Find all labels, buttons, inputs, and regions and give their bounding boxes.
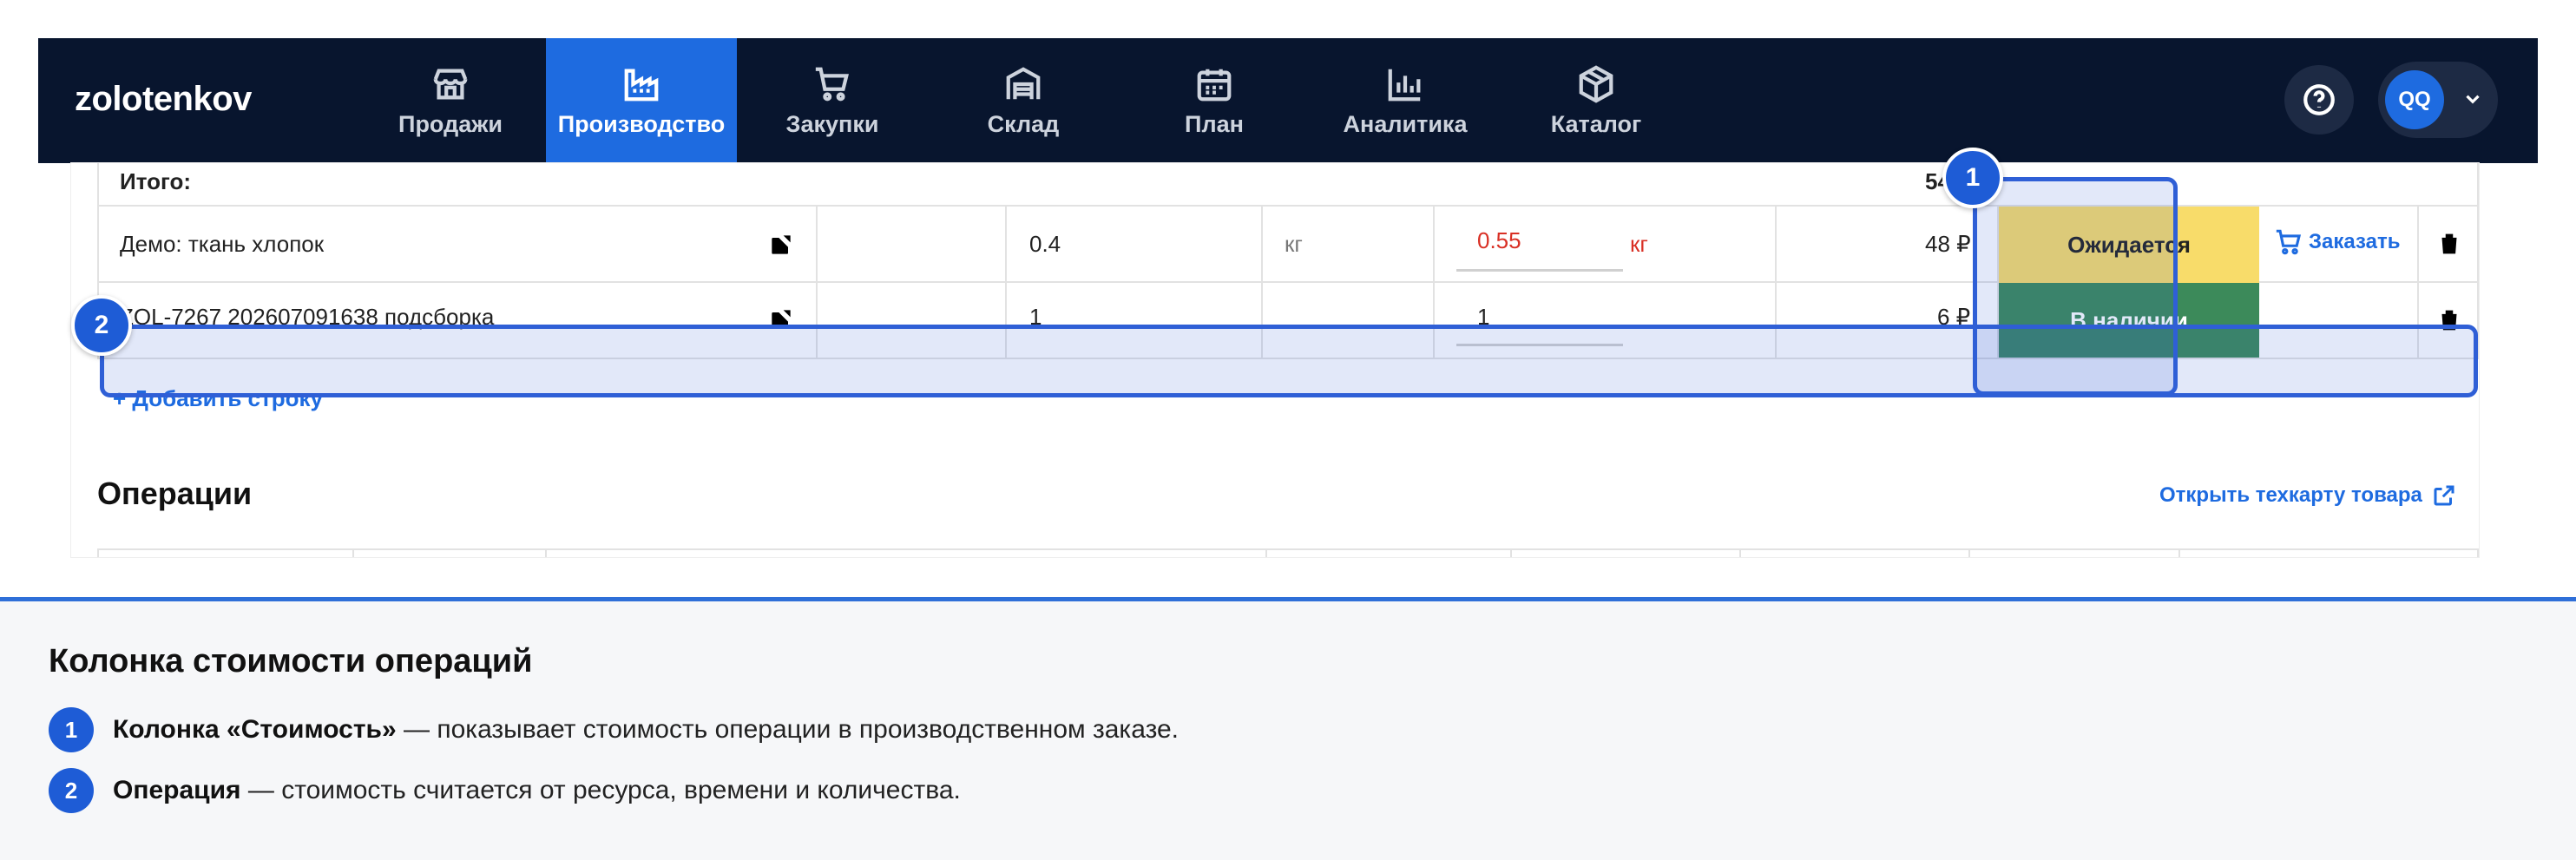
chevron-down-icon — [2466, 95, 2480, 104]
operations-title: Операции — [97, 476, 253, 511]
callout-badge-2: 2 — [71, 295, 132, 356]
nav-item-sales[interactable]: Продажи — [355, 38, 546, 163]
callout-badge-1: 1 — [1942, 148, 2003, 208]
table-divider — [1968, 548, 1970, 557]
table-divider — [1265, 548, 1267, 557]
nav-item-warehouse[interactable]: Склад — [928, 38, 1119, 163]
help-button[interactable] — [2284, 65, 2354, 135]
nav-label: Закупки — [785, 110, 879, 137]
legend-title: Колонка стоимости операций — [49, 643, 533, 679]
table-divider — [1510, 548, 1512, 557]
highlight-cost-column — [1973, 177, 2178, 396]
chart-icon — [1388, 69, 1421, 101]
calendar-icon — [1197, 69, 1232, 101]
store-icon — [433, 69, 468, 99]
legend-desc: — показывает стоимость операции в произв… — [396, 715, 1180, 744]
main-nav: Продажи Производство Закупки Склад План … — [355, 38, 1692, 163]
table-divider — [2178, 548, 2180, 557]
order-label: Заказать — [2309, 230, 2401, 253]
nav-label: Склад — [987, 110, 1060, 137]
avatar: QQ — [2385, 70, 2444, 129]
factory-icon — [624, 69, 659, 101]
row-unit: кг — [1285, 231, 1303, 257]
open-techcard-link[interactable]: Открыть техкарту товара — [2159, 483, 2457, 509]
used-input[interactable]: 0.55 — [1477, 227, 1521, 254]
order-button[interactable]: Заказать — [2274, 227, 2401, 257]
legend-number: 1 — [49, 707, 94, 752]
operations-table-header — [97, 548, 2479, 557]
legend-panel: Колонка стоимости операций 1 Колонка «Ст… — [0, 597, 2576, 860]
row-cost: 48 ₽ — [1925, 231, 1971, 257]
nav-item-catalog[interactable]: Каталог — [1501, 38, 1692, 163]
cart-icon — [815, 67, 849, 101]
nav-label: Аналитика — [1343, 110, 1468, 137]
table-cell — [818, 207, 1007, 283]
table-divider — [1739, 548, 1741, 557]
warehouse-icon — [1006, 66, 1041, 99]
nav-label: Продажи — [398, 110, 503, 137]
nav-item-purchases[interactable]: Закупки — [737, 38, 928, 163]
row-name: Демо: ткань хлопок — [120, 231, 325, 257]
external-link-icon[interactable] — [767, 231, 795, 259]
legend-number: 2 — [49, 768, 94, 813]
open-techcard-label: Открыть техкарту товара — [2159, 483, 2422, 507]
nav-label: План — [1185, 110, 1244, 137]
table-divider — [352, 548, 354, 557]
nav-label: Производство — [557, 110, 726, 137]
nav-item-production[interactable]: Производство — [546, 38, 737, 163]
legend-item: 1 Колонка «Стоимость» — показывает стоим… — [49, 707, 1179, 752]
used-unit: кг — [1630, 231, 1648, 257]
app-logo[interactable]: zolotenkov — [75, 80, 252, 119]
nav-item-plan[interactable]: План — [1119, 38, 1310, 163]
legend-term: Колонка «Стоимость» — [113, 715, 397, 744]
box-icon — [1579, 64, 1613, 103]
top-navbar: zolotenkov Продажи Производство Закупки … — [38, 38, 2538, 163]
cart-icon — [2276, 229, 2302, 255]
nav-label: Каталог — [1550, 110, 1642, 137]
row-qty: 0.4 — [1029, 231, 1061, 257]
trash-icon[interactable] — [2435, 229, 2464, 259]
legend-item: 2 Операция — стоимость считается от ресу… — [49, 768, 961, 813]
external-link-icon — [2434, 485, 2454, 506]
nav-item-analytics[interactable]: Аналитика — [1310, 38, 1501, 163]
total-label: Итого: — [120, 168, 191, 194]
table-divider — [545, 548, 547, 557]
used-input-underline — [1456, 269, 1623, 272]
question-icon — [2303, 84, 2335, 115]
legend-desc: — стоимость считается от ресурса, времен… — [240, 776, 961, 804]
user-menu[interactable]: QQ — [2378, 62, 2498, 138]
legend-term: Операция — [113, 776, 241, 804]
